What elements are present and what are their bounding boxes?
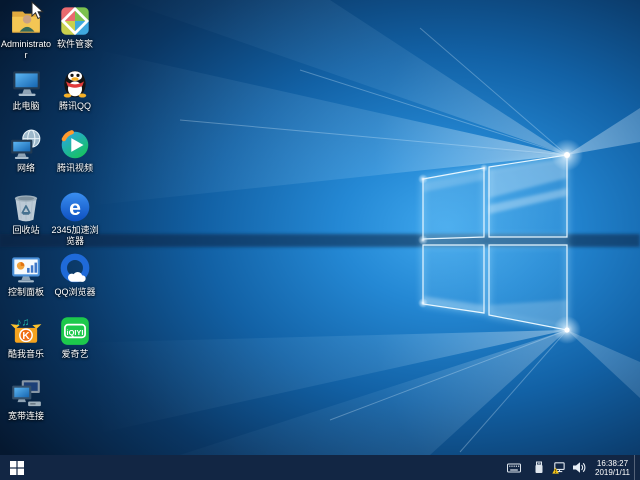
software-manager-icon bbox=[58, 4, 92, 38]
icon-label: 控制面板 bbox=[8, 287, 44, 298]
letter-e-glyph: e bbox=[69, 196, 81, 220]
icon-label: 腾讯QQ bbox=[59, 101, 91, 112]
desktop: Administrator 此电脑 网络 bbox=[0, 0, 640, 480]
desktop-icon-control-panel[interactable]: 控制面板 bbox=[0, 252, 52, 298]
windows-logo-icon bbox=[10, 461, 24, 475]
desktop-icon-2345-browser[interactable]: e 2345加速浏览器 bbox=[49, 190, 101, 247]
qq-penguin-icon bbox=[58, 66, 92, 100]
desktop-icon-network[interactable]: 网络 bbox=[0, 128, 52, 174]
kuwo-music-icon: ♪♫ K bbox=[9, 314, 43, 348]
icon-label: 2345加速浏览器 bbox=[49, 225, 101, 247]
desktop-icon-tencent-qq[interactable]: 腾讯QQ bbox=[49, 66, 101, 112]
usb-device-icon[interactable] bbox=[532, 461, 546, 475]
desktop-icon-iqiyi[interactable]: iQIYI 爱奇艺 bbox=[49, 314, 101, 360]
desktop-icon-qq-browser[interactable]: QQ浏览器 bbox=[49, 252, 101, 298]
desktop-icon-tencent-video[interactable]: 腾讯视频 bbox=[49, 128, 101, 174]
icon-label: QQ浏览器 bbox=[54, 287, 95, 298]
network-globe-icon bbox=[9, 128, 43, 162]
computer-icon bbox=[9, 66, 43, 100]
desktop-icon-this-pc[interactable]: 此电脑 bbox=[0, 66, 52, 112]
clock-time: 16:38:27 bbox=[595, 459, 630, 468]
desktop-icon-recycle-bin[interactable]: 回收站 bbox=[0, 190, 52, 236]
broadband-connection-icon bbox=[9, 376, 43, 410]
music-notes-glyph: ♪♫ bbox=[16, 317, 29, 329]
iqiyi-wordmark: iQIYI bbox=[67, 328, 84, 337]
qq-browser-icon bbox=[58, 252, 92, 286]
system-tray: 16:38:27 2019/1/11 bbox=[504, 455, 640, 480]
icon-label: 网络 bbox=[17, 163, 35, 174]
desktop-icon-broadband[interactable]: 宽带连接 bbox=[0, 376, 52, 422]
icon-label: 腾讯视频 bbox=[57, 163, 93, 174]
user-folder-icon bbox=[9, 4, 43, 38]
clock-date: 2019/1/11 bbox=[595, 468, 630, 477]
taskbar: 16:38:27 2019/1/11 bbox=[0, 455, 640, 480]
desktop-icon-administrator[interactable]: Administrator bbox=[0, 4, 52, 61]
taskbar-clock[interactable]: 16:38:27 2019/1/11 bbox=[595, 459, 630, 477]
icon-label: 此电脑 bbox=[12, 101, 39, 112]
start-button[interactable] bbox=[0, 455, 34, 480]
2345-browser-icon: e bbox=[58, 190, 92, 224]
touch-keyboard-icon[interactable] bbox=[507, 461, 521, 475]
iqiyi-icon: iQIYI bbox=[58, 314, 92, 348]
control-panel-icon bbox=[9, 252, 43, 286]
desktop-icon-kuwo-music[interactable]: ♪♫ K 酷我音乐 bbox=[0, 314, 52, 360]
icon-label: 宽带连接 bbox=[8, 411, 44, 422]
icon-label: 软件管家 bbox=[57, 39, 93, 50]
recycle-bin-icon bbox=[9, 190, 43, 224]
show-desktop-button[interactable] bbox=[634, 455, 640, 480]
icon-label: 爱奇艺 bbox=[61, 349, 88, 360]
tencent-video-icon bbox=[58, 128, 92, 162]
icon-label: 酷我音乐 bbox=[8, 349, 44, 360]
volume-icon[interactable] bbox=[572, 461, 586, 475]
icon-label: 回收站 bbox=[12, 225, 39, 236]
icon-label: Administrator bbox=[0, 39, 52, 61]
network-warning-icon[interactable] bbox=[552, 461, 566, 475]
desktop-icon-software-manager[interactable]: 软件管家 bbox=[49, 4, 101, 50]
kuwo-k-letter: K bbox=[22, 331, 30, 342]
